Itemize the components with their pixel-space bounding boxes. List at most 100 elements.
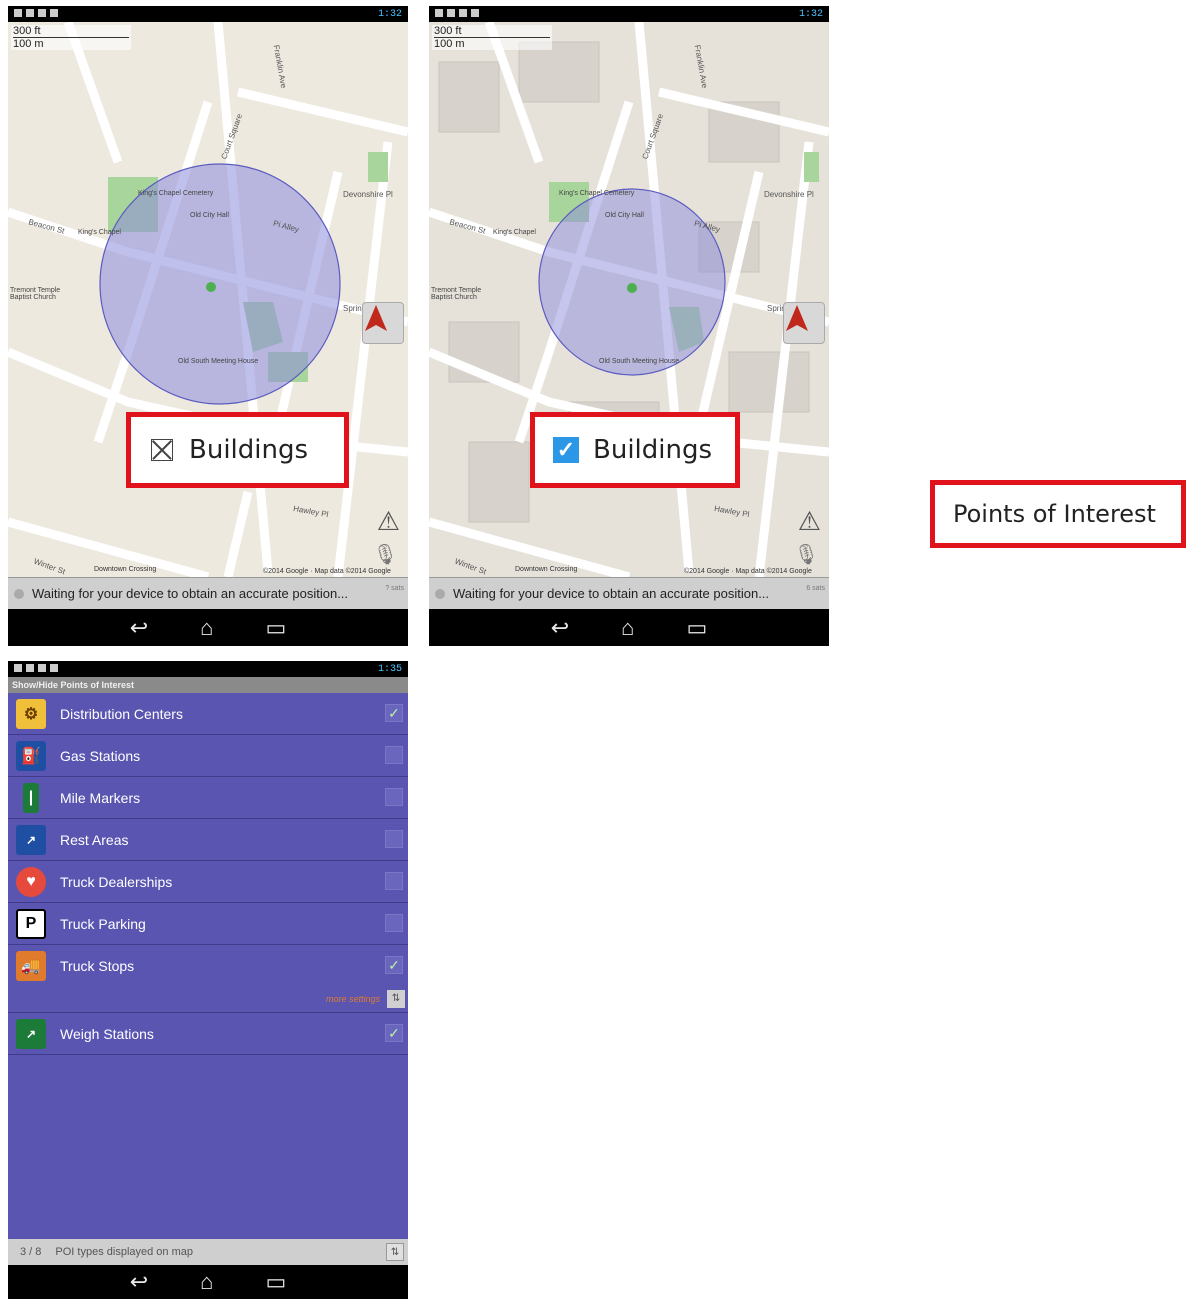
poi-checkbox[interactable]: [385, 872, 403, 890]
map-screen-buildings-off: 1:32 300 ft 100 m Franklin Ave Court Squ…: [8, 6, 408, 646]
status-bar: 1:35: [8, 661, 408, 677]
checkbox-unchecked-icon[interactable]: [151, 439, 173, 461]
compass-arrow-icon: [786, 305, 808, 331]
poi-footer: 3 / 8 POI types displayed on map ⇅: [8, 1239, 408, 1265]
back-icon[interactable]: ↩: [130, 615, 148, 641]
list-item-label: Distribution Centers: [60, 705, 183, 722]
clock: 1:32: [377, 8, 402, 20]
parking-icon: P: [16, 908, 46, 939]
status-bar: 1:32: [8, 6, 408, 22]
poi-label: King's Chapel Cemetery: [138, 190, 214, 197]
weigh-station-icon: ↗: [16, 1018, 46, 1049]
poi-label: Old South Meeting House: [178, 358, 259, 365]
poi-checkbox[interactable]: ✓: [385, 956, 403, 974]
compass-button[interactable]: [783, 302, 825, 344]
poi-list: ⚙ Distribution Centers ✓ ⛽ Gas Stations …: [8, 693, 408, 1239]
list-item[interactable]: ⛽ Gas Stations: [8, 735, 408, 777]
poi-label: Tremont Temple Baptist Church: [10, 287, 61, 301]
list-item-label: Rest Areas: [60, 831, 129, 848]
warning-icon[interactable]: ⚠: [798, 506, 821, 537]
sats-indicator: 6 sats: [806, 585, 825, 592]
poi-checkbox[interactable]: ✓: [385, 704, 403, 722]
buildings-label: Buildings: [593, 435, 713, 465]
poi-checkbox[interactable]: [385, 914, 403, 932]
station-label: Downtown Crossing: [515, 566, 578, 573]
android-nav-bar: ↩ ⌂ ▭: [8, 1265, 408, 1299]
poi-checkbox[interactable]: [385, 830, 403, 848]
poi-count: 3 / 8: [20, 1246, 42, 1258]
home-icon[interactable]: ⌂: [200, 615, 213, 641]
buildings-toggle-off-callout[interactable]: Buildings: [126, 412, 349, 488]
list-item[interactable]: ♥ Truck Dealerships: [8, 861, 408, 903]
poi-label: King's Chapel Cemetery: [559, 190, 635, 197]
map-scale: 300 ft 100 m: [11, 25, 131, 50]
poi-callout-label: Points of Interest: [953, 500, 1156, 528]
list-item[interactable]: | Mile Markers: [8, 777, 408, 819]
compass-arrow-icon: [365, 305, 387, 331]
microphone-icon[interactable]: 🎙: [794, 542, 819, 567]
dealership-icon: ♥: [16, 866, 46, 897]
truck-icon: 🚚: [16, 951, 46, 981]
list-item-label: Weigh Stations: [60, 1025, 154, 1042]
list-item-label: Mile Markers: [60, 789, 141, 806]
list-item[interactable]: 🚚 Truck Stops ✓: [8, 945, 408, 987]
warning-icon[interactable]: ⚠: [377, 506, 400, 537]
list-item[interactable]: ↗ Rest Areas: [8, 819, 408, 861]
street-label: Devonshire Pl: [764, 190, 814, 199]
map-view[interactable]: 300 ft 100 m Franklin Ave Court Square B…: [429, 22, 829, 577]
back-icon[interactable]: ↩: [130, 1269, 148, 1295]
sort-icon[interactable]: ⇅: [386, 1243, 404, 1261]
list-item[interactable]: ↗ Weigh Stations ✓: [8, 1013, 408, 1055]
mile-marker-icon: |: [23, 782, 39, 813]
list-item[interactable]: ⚙ Distribution Centers ✓: [8, 693, 408, 735]
android-nav-bar: ↩ ⌂ ▭: [429, 609, 829, 646]
map-copyright: ©2014 Google · Map data ©2014 Google: [263, 568, 391, 575]
clock: 1:35: [377, 663, 402, 675]
station-label: Downtown Crossing: [94, 566, 157, 573]
poi-settings-screen: 1:35 Show/Hide Points of Interest ⚙ Dist…: [8, 661, 408, 1299]
poi-label: Old City Hall: [605, 212, 644, 219]
back-icon[interactable]: ↩: [551, 615, 569, 641]
poi-checkbox[interactable]: [385, 746, 403, 764]
home-icon[interactable]: ⌂: [621, 615, 634, 641]
microphone-icon[interactable]: 🎙: [373, 542, 398, 567]
recents-icon[interactable]: ▭: [265, 1269, 286, 1295]
poi-label: Old South Meeting House: [599, 358, 680, 365]
home-icon[interactable]: ⌂: [200, 1269, 213, 1295]
recents-icon[interactable]: ▭: [265, 615, 286, 641]
settings-icon[interactable]: ⇅: [387, 990, 405, 1008]
map-screen-buildings-on: 1:32 300 ft 100 m Franklin Ave Court Squ…: [429, 6, 829, 646]
list-item-label: Gas Stations: [60, 747, 141, 764]
poi-checkbox[interactable]: [385, 788, 403, 806]
poi-label: Old City Hall: [190, 212, 229, 219]
list-item-label: Truck Dealerships: [60, 873, 173, 890]
poi-checkbox[interactable]: ✓: [385, 1024, 403, 1042]
poi-label: Tremont Temple Baptist Church: [431, 287, 482, 301]
map-view[interactable]: 300 ft 100 m Franklin Ave Court Square B…: [8, 22, 408, 577]
map-scale: 300 ft 100 m: [432, 25, 552, 50]
forklift-icon: ⚙: [16, 698, 46, 729]
gps-spinner-icon: [435, 588, 445, 599]
list-item[interactable]: P Truck Parking: [8, 903, 408, 945]
recents-icon[interactable]: ▭: [686, 615, 707, 641]
screen-title: Show/Hide Points of Interest: [8, 677, 408, 693]
poi-label: King's Chapel: [78, 229, 121, 236]
points-of-interest-callout[interactable]: Points of Interest: [930, 480, 1186, 548]
clock: 1:32: [798, 8, 823, 20]
buildings-toggle-on-callout[interactable]: ✓ Buildings: [530, 412, 740, 488]
gps-status-bar: Waiting for your device to obtain an acc…: [429, 577, 829, 609]
more-settings-link[interactable]: more settings: [326, 994, 380, 1004]
poi-footer-text: POI types displayed on map: [55, 1246, 193, 1258]
more-settings-row: more settings ⇅: [8, 987, 408, 1013]
checkbox-checked-icon[interactable]: ✓: [553, 437, 579, 463]
street-label: Devonshire Pl: [343, 190, 393, 199]
gas-pump-icon: ⛽: [16, 740, 46, 771]
poi-label: King's Chapel: [493, 229, 536, 236]
android-nav-bar: ↩ ⌂ ▭: [8, 609, 408, 646]
compass-button[interactable]: [362, 302, 404, 344]
gps-status-text: Waiting for your device to obtain an acc…: [453, 586, 770, 601]
sats-indicator: ? sats: [385, 585, 404, 592]
buildings-label: Buildings: [189, 435, 309, 465]
list-item-label: Truck Parking: [60, 915, 146, 932]
gps-status-text: Waiting for your device to obtain an acc…: [32, 586, 349, 601]
